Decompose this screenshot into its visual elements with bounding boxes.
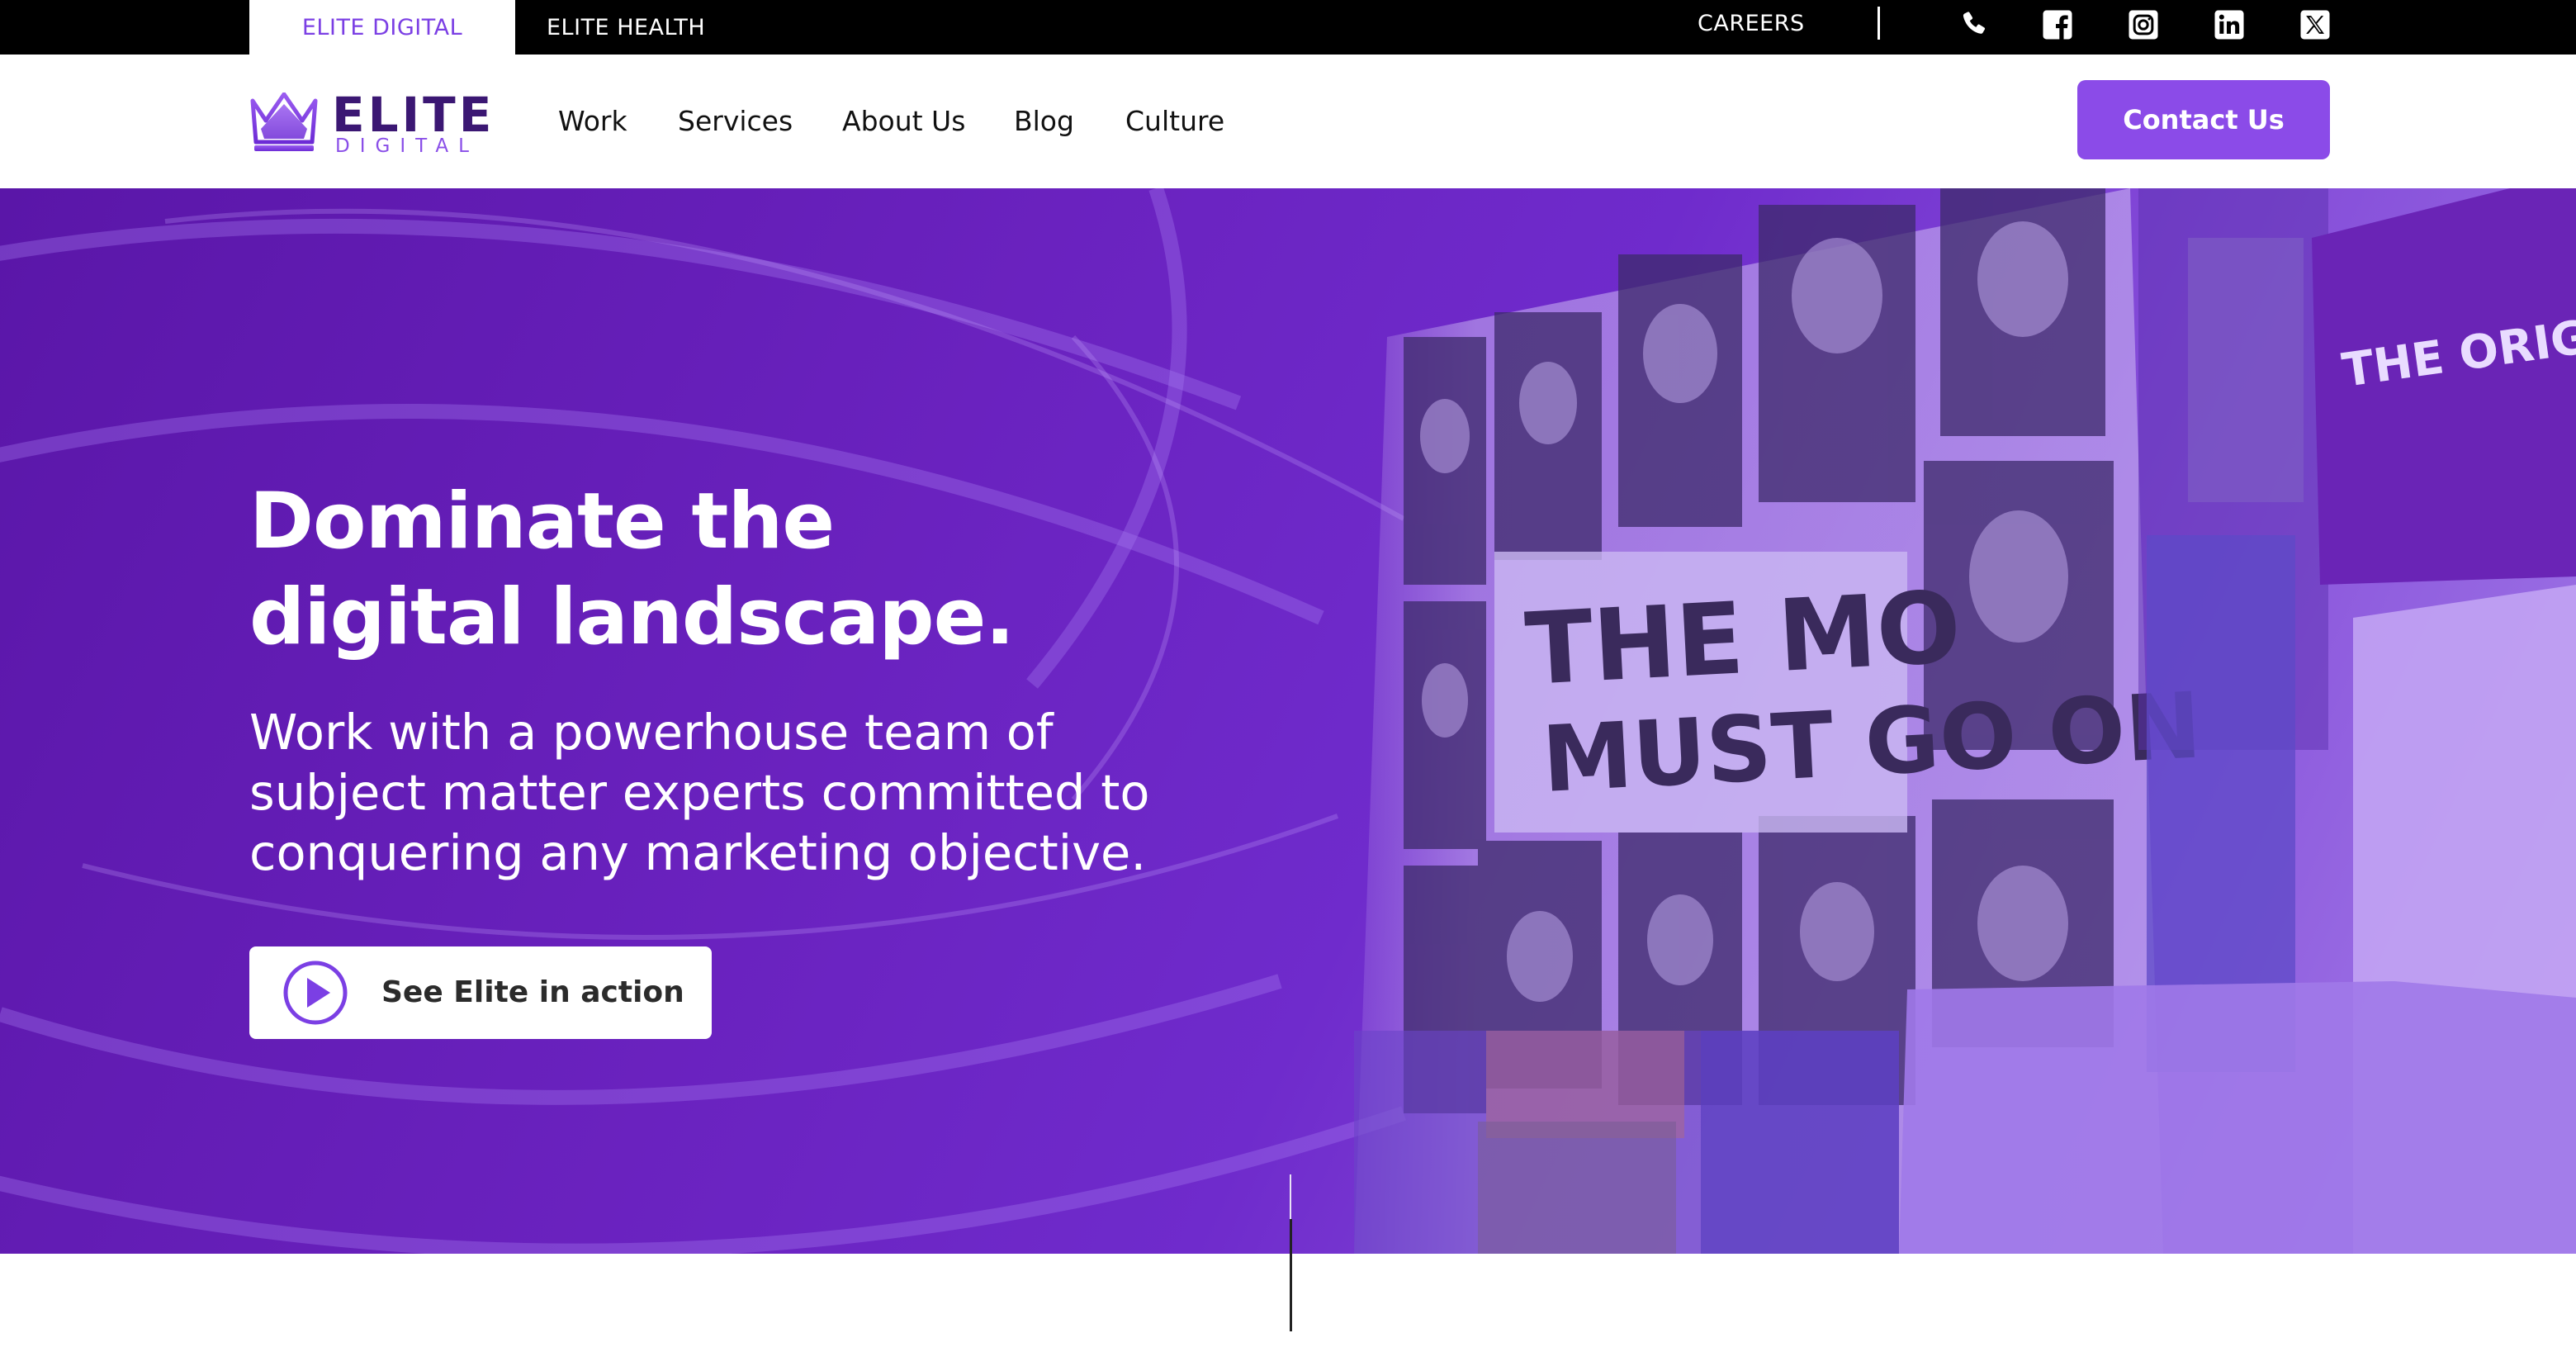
hero-section: THE MO MUST GO ON THE ORIGINAL Dominate … <box>0 188 2576 1254</box>
topbar-divider <box>1878 7 1880 40</box>
linkedin-icon[interactable] <box>2213 8 2246 41</box>
hero-headline-line1: Dominate the <box>249 477 835 567</box>
phone-icon[interactable] <box>1958 8 1991 41</box>
main-navbar: ELITE DIGITAL Work Services About Us Blo… <box>0 55 2576 188</box>
logo-wordmark: ELITE <box>332 87 495 143</box>
nav-about-us[interactable]: About Us <box>842 103 965 140</box>
x-icon[interactable] <box>2299 8 2332 41</box>
contact-us-button[interactable]: Contact Us <box>2077 80 2330 159</box>
scroll-indicator-line <box>1290 1219 1292 1331</box>
nav-culture[interactable]: Culture <box>1125 103 1224 140</box>
hero-subheading: Work with a powerhouse team of subject m… <box>249 704 1150 881</box>
cta-label: See Elite in action <box>381 975 684 1009</box>
elite-digital-logo[interactable]: ELITE DIGITAL <box>249 88 491 157</box>
instagram-icon[interactable] <box>2127 8 2160 41</box>
facebook-icon[interactable] <box>2041 8 2074 41</box>
logo-subtitle: DIGITAL <box>335 135 479 157</box>
scroll-indicator-faint <box>1290 1174 1291 1219</box>
see-elite-in-action-button[interactable]: See Elite in action <box>249 946 712 1039</box>
top-utility-bar: ELITE DIGITAL ELITE HEALTH CAREERS <box>0 0 2576 55</box>
nav-blog[interactable]: Blog <box>1014 103 1074 140</box>
nav-work[interactable]: Work <box>558 103 627 140</box>
hero-headline: Dominate the digital landscape. <box>249 474 1323 666</box>
tab-elite-health[interactable]: ELITE HEALTH <box>547 0 745 55</box>
crown-icon <box>250 93 318 151</box>
nav-services[interactable]: Services <box>678 103 793 140</box>
sign-text-line1: THE MO <box>1522 571 1963 708</box>
tab-elite-digital[interactable]: ELITE DIGITAL <box>249 0 515 55</box>
hero-headline-line2: digital landscape. <box>249 572 1015 662</box>
play-icon <box>283 961 348 1025</box>
careers-link[interactable]: CAREERS <box>1698 0 1805 46</box>
